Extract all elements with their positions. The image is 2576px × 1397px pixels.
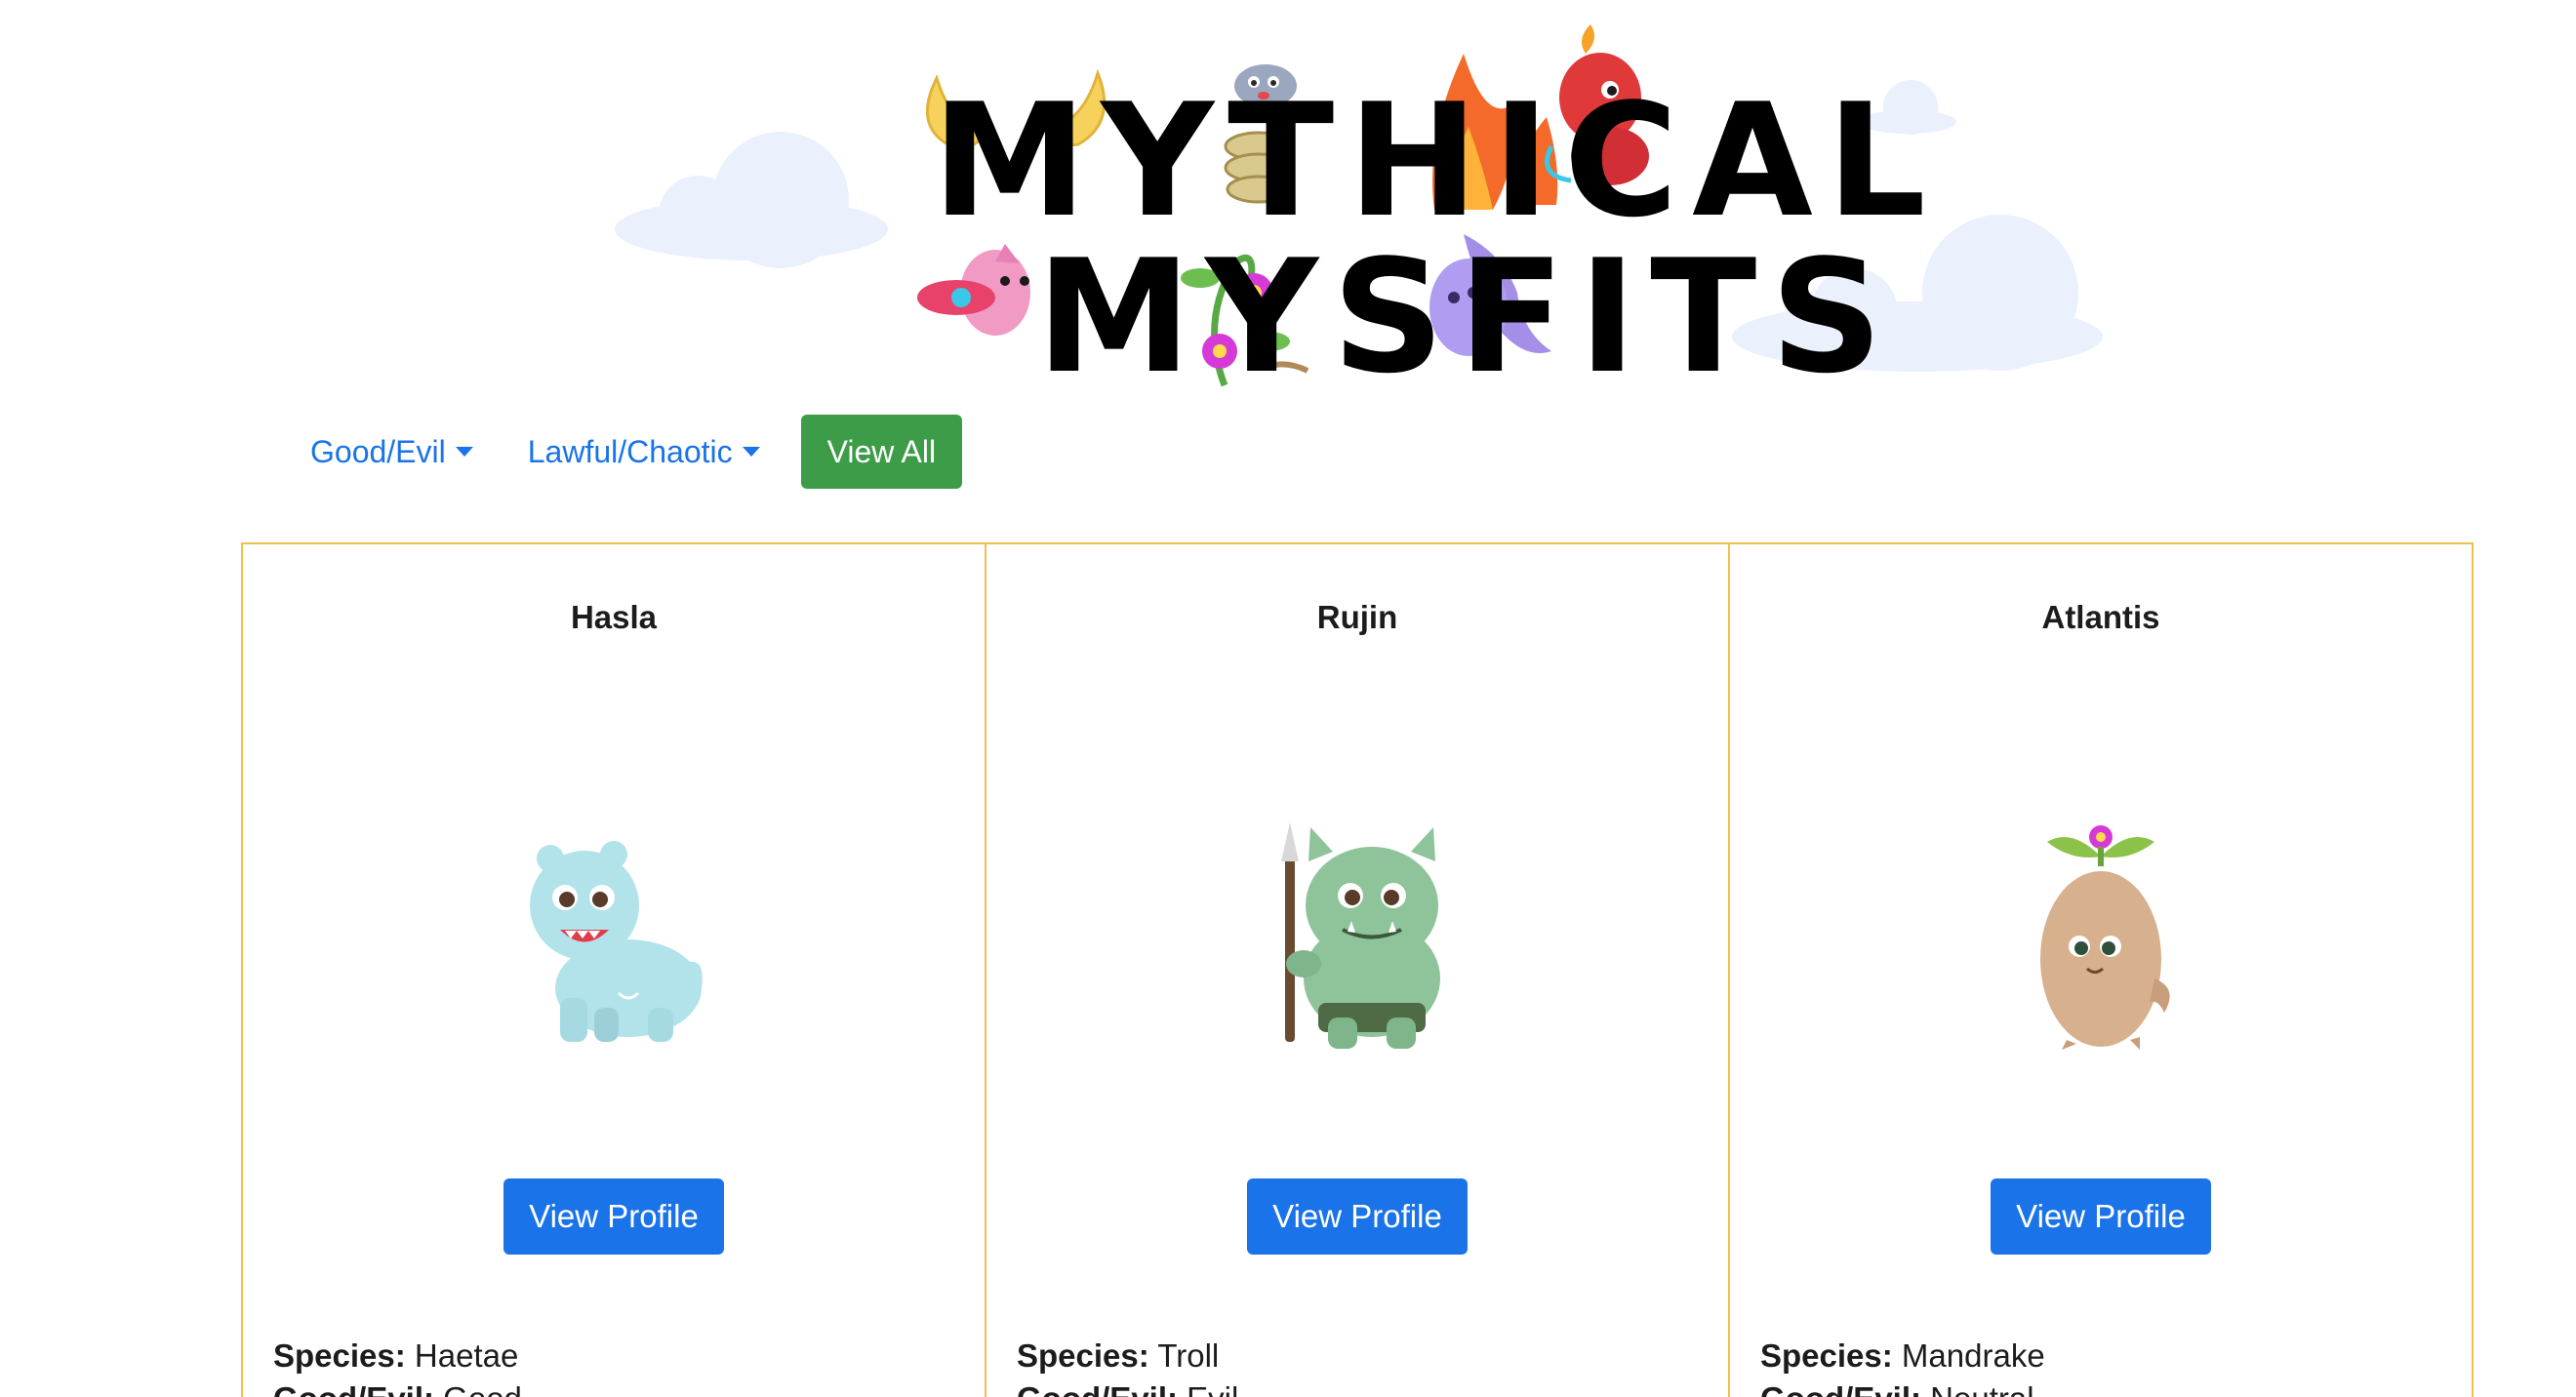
species-value: Troll — [1157, 1337, 1220, 1374]
caret-down-icon — [742, 447, 760, 457]
logo-line-1: MYTHICAL — [932, 69, 1940, 252]
good-evil-row: Good/Evil: Good — [273, 1377, 522, 1397]
good-evil-dropdown-label: Good/Evil — [310, 433, 446, 469]
blue-yeti-creature-icon — [530, 841, 703, 1042]
view-all-button[interactable]: View All — [800, 415, 963, 489]
good-evil-value: Evil — [1187, 1380, 1238, 1397]
good-evil-row: Good/Evil: Neutral — [1760, 1377, 2045, 1397]
green-troll-creature-icon — [1281, 822, 1440, 1049]
mysfit-name: Rujin — [1316, 599, 1398, 635]
species-row: Species: Mandrake — [1760, 1335, 2045, 1377]
species-label: Species: — [273, 1337, 406, 1374]
good-evil-value: Good — [443, 1380, 522, 1397]
good-evil-label: Good/Evil: — [273, 1380, 434, 1397]
mysfit-card: Atlantis View Profile Species: Mandrake — [1728, 542, 2474, 1397]
good-evil-label: Good/Evil: — [1017, 1380, 1178, 1397]
species-value: Mandrake — [1901, 1337, 2045, 1374]
mysfit-card: Rujin View Profile Species: Troll — [985, 542, 1730, 1397]
species-label: Species: — [1760, 1337, 1893, 1374]
good-evil-row: Good/Evil: Evil — [1017, 1377, 1238, 1397]
view-profile-button[interactable]: View Profile — [503, 1178, 724, 1255]
filter-nav: Good/Evil Lawful/Chaotic View All — [283, 415, 963, 489]
caret-down-icon — [455, 447, 473, 457]
species-label: Species: — [1017, 1337, 1149, 1374]
view-profile-button[interactable]: View Profile — [1991, 1178, 2211, 1255]
logo-line-2: MYSFITS — [1036, 225, 1897, 408]
mandrake-creature-icon — [2040, 825, 2170, 1050]
mysfit-card: Hasla View Profile Species: Haetae — [241, 542, 986, 1397]
species-row: Species: Haetae — [273, 1335, 522, 1377]
page: MYTHICAL MYSFITS Good/Evil Lawful/Chaoti… — [0, 0, 2576, 1397]
species-value: Haetae — [414, 1337, 519, 1374]
mysfit-details: Species: Haetae Good/Evil: Good — [273, 1335, 522, 1397]
mysfit-details: Species: Mandrake Good/Evil: Neutral — [1760, 1335, 2045, 1397]
good-evil-label: Good/Evil: — [1760, 1380, 1921, 1397]
view-profile-button[interactable]: View Profile — [1247, 1178, 1468, 1255]
mysfit-card-grid: Hasla View Profile Species: Haetae Rujin… — [241, 542, 2477, 1397]
lawful-chaotic-dropdown-label: Lawful/Chaotic — [527, 433, 733, 469]
species-row: Species: Troll — [1017, 1335, 1238, 1377]
lawful-chaotic-dropdown[interactable]: Lawful/Chaotic — [501, 434, 787, 470]
pink-creature-icon — [917, 244, 1030, 336]
mysfit-name: Hasla — [570, 599, 658, 635]
good-evil-value: Neutral — [1930, 1380, 2033, 1397]
good-evil-dropdown[interactable]: Good/Evil — [283, 434, 501, 470]
mysfit-details: Species: Troll Good/Evil: Evil — [1017, 1335, 1238, 1397]
mysfit-name: Atlantis — [2041, 599, 2160, 635]
site-banner: MYTHICAL MYSFITS — [0, 0, 2576, 400]
